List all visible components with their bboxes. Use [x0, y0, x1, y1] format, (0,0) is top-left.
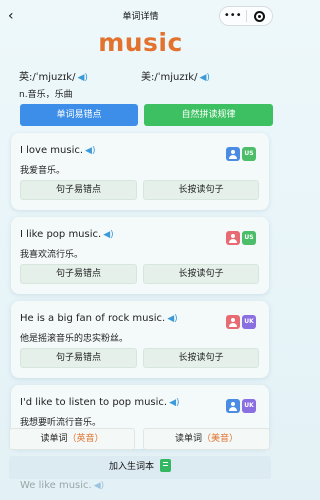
speaker-icon[interactable]: ◀) — [167, 314, 177, 324]
miniprogram-capsule: ••• — [219, 6, 273, 26]
long-press-read-button[interactable]: 长按读句子 — [143, 264, 259, 284]
female-voice-icon[interactable] — [226, 315, 240, 329]
more-icon[interactable]: ••• — [220, 7, 246, 25]
accent-label-us: （美音） — [202, 434, 239, 444]
speaker-icon[interactable]: ◀) — [85, 146, 95, 156]
accent-badge[interactable]: US — [242, 231, 256, 245]
phonetic-us[interactable]: 美:/ˈmjuzɪk/◀) — [141, 68, 210, 83]
accent-badge[interactable]: UK — [242, 315, 256, 329]
phonetic-us-text: 美:/ˈmjuzɪk/ — [141, 72, 198, 83]
speaker-icon[interactable]: ◀) — [169, 398, 179, 408]
sentence-english-text: I like pop music. — [20, 229, 102, 240]
sentence-english-text: I love music. — [20, 145, 84, 156]
sentence-english-text: He is a big fan of rock music. — [20, 313, 166, 324]
long-press-read-button[interactable]: 长按读句子 — [143, 180, 259, 200]
sentence-chinese: 我爱音乐。 — [20, 166, 66, 176]
speaker-icon[interactable]: ◀) — [103, 230, 113, 240]
accent-badge[interactable]: US — [242, 147, 256, 161]
sentence-english[interactable]: I'd like to listen to pop music. ◀) — [20, 397, 180, 408]
sentence-english[interactable]: He is a big fan of rock music. ◀) — [20, 313, 178, 324]
male-voice-icon[interactable] — [226, 147, 240, 161]
add-to-vocabulary-button[interactable]: 加入生词本 — [9, 456, 271, 479]
read-word-label: 读单词 — [40, 434, 68, 444]
speaker-icon[interactable]: ◀) — [199, 73, 209, 83]
sentence-mistakes-button[interactable]: 句子易错点 — [20, 264, 137, 284]
sentence-card: I like pop music. ◀) 我喜欢流行乐。 US 句子易错点 长按读… — [11, 217, 269, 294]
accent-label-uk: （英音） — [67, 434, 104, 444]
read-word-uk-button[interactable]: 读单词（英音） — [9, 428, 135, 450]
phonetic-uk[interactable]: 英:/ˈmjuzɪk/◀) — [19, 68, 88, 83]
sentence-chinese: 他是摇滚音乐的忠实粉丝。 — [20, 334, 129, 344]
sentence-chinese: 我喜欢流行乐。 — [20, 250, 84, 260]
notebook-icon — [160, 459, 171, 472]
sentence-card: I love music. ◀) 我爱音乐。 US 句子易错点 长按读句子 — [11, 133, 269, 210]
add-vocab-label: 加入生词本 — [108, 462, 154, 472]
sentence-card: He is a big fan of rock music. ◀) 他是摇滚音乐的… — [11, 301, 269, 378]
close-target-icon[interactable] — [247, 10, 273, 22]
sentence-mistakes-button[interactable]: 句子易错点 — [20, 180, 137, 200]
sentence-english[interactable]: I like pop music. ◀) — [20, 229, 114, 240]
sentence-english[interactable]: I love music. ◀) — [20, 145, 95, 156]
speaker-icon[interactable]: ◀) — [77, 73, 87, 83]
sentence-english-peek: We like music. ◀) — [20, 480, 104, 491]
female-voice-icon[interactable] — [226, 231, 240, 245]
read-word-label: 读单词 — [174, 434, 202, 444]
sentence-english-text: I'd like to listen to pop music. — [20, 397, 168, 408]
sentence-chinese: 我想要听流行音乐。 — [20, 418, 102, 428]
sentence-peek-text: We like music. — [20, 480, 92, 491]
speaker-icon: ◀) — [93, 481, 105, 491]
phonetic-uk-text: 英:/ˈmjuzɪk/ — [19, 72, 76, 83]
male-voice-icon[interactable] — [226, 399, 240, 413]
long-press-read-button[interactable]: 长按读句子 — [143, 348, 259, 368]
word-meaning: n.音乐，乐曲 — [19, 90, 73, 100]
read-word-us-button[interactable]: 读单词（美音） — [143, 428, 270, 450]
accent-badge[interactable]: UK — [242, 399, 256, 413]
sentence-mistakes-button[interactable]: 句子易错点 — [20, 348, 137, 368]
word-headword: music — [98, 28, 183, 57]
word-mistakes-button[interactable]: 单词易错点 — [20, 104, 138, 126]
phonics-rules-button[interactable]: 自然拼读规律 — [144, 104, 273, 126]
